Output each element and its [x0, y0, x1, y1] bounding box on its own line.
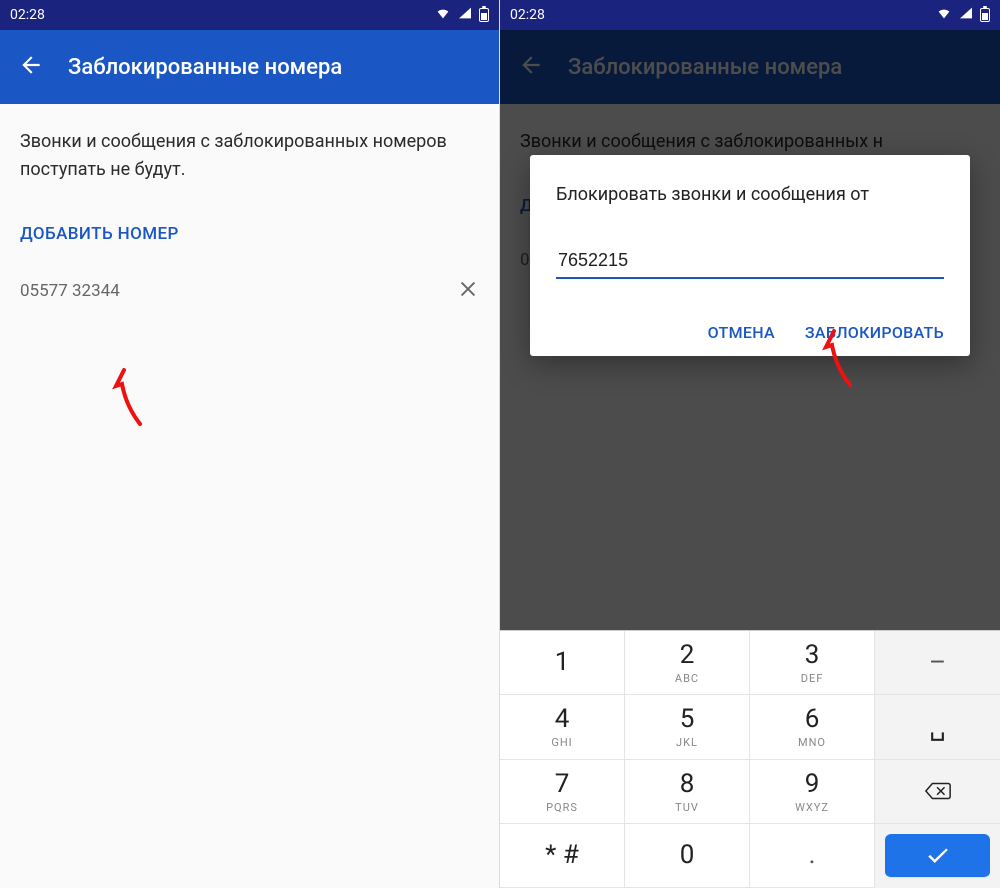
- add-number-button[interactable]: ДОБАВИТЬ НОМЕР: [20, 224, 479, 244]
- battery-icon: [479, 8, 489, 22]
- key-0[interactable]: 0: [625, 824, 750, 888]
- status-icons: [936, 5, 990, 25]
- key-6[interactable]: 6MNO: [750, 695, 875, 759]
- key-7[interactable]: 7PQRS: [500, 760, 625, 824]
- screen-blocked-list: 02:28 Заблокированные номера Звонки и со…: [0, 0, 500, 888]
- block-number-dialog: Блокировать звонки и сообщения от ОТМЕНА…: [530, 155, 970, 356]
- page-title: Заблокированные номера: [68, 55, 342, 80]
- blocked-number: 05577 32344: [20, 281, 120, 301]
- cell-signal-icon: [958, 5, 974, 25]
- remove-number-icon[interactable]: [457, 278, 479, 304]
- key-backspace[interactable]: [875, 760, 1000, 824]
- annotation-arrow-icon: [96, 364, 156, 438]
- key-4[interactable]: 4GHI: [500, 695, 625, 759]
- blocked-number-row: 05577 32344: [20, 278, 479, 304]
- status-time: 02:28: [510, 7, 545, 23]
- numeric-keypad: 1 2ABC 3DEF – 4GHI 5JKL 6MNO ␣ 7PQRS 8TU…: [500, 630, 1000, 888]
- description-text: Звонки и сообщения с заблокированных ном…: [20, 128, 479, 184]
- key-3[interactable]: 3DEF: [750, 631, 875, 695]
- wifi-icon: [435, 5, 451, 25]
- screen-add-dialog: 02:28 Заблокированные номера Звонки и со…: [500, 0, 1000, 888]
- screen-body: Звонки и сообщения с заблокированных ном…: [0, 104, 499, 888]
- cell-signal-icon: [457, 5, 473, 25]
- key-5[interactable]: 5JKL: [625, 695, 750, 759]
- key-enter[interactable]: [885, 834, 990, 878]
- key-9[interactable]: 9WXYZ: [750, 760, 875, 824]
- cancel-button[interactable]: ОТМЕНА: [708, 323, 775, 342]
- wifi-icon: [936, 5, 952, 25]
- status-bar: 02:28: [0, 0, 499, 30]
- phone-number-input[interactable]: [556, 244, 944, 279]
- battery-icon: [980, 8, 990, 22]
- key-star-hash[interactable]: * #: [500, 824, 625, 888]
- key-2[interactable]: 2ABC: [625, 631, 750, 695]
- block-button[interactable]: ЗАБЛОКИРОВАТЬ: [805, 323, 944, 342]
- status-time: 02:28: [10, 7, 45, 23]
- key-minus[interactable]: –: [875, 631, 1000, 695]
- app-bar: Заблокированные номера: [0, 30, 499, 104]
- dialog-title: Блокировать звонки и сообщения от: [556, 181, 944, 208]
- dialog-actions: ОТМЕНА ЗАБЛОКИРОВАТЬ: [556, 323, 944, 342]
- back-arrow-icon[interactable]: [18, 52, 44, 82]
- key-space[interactable]: ␣: [875, 695, 1000, 759]
- key-dot[interactable]: .: [750, 824, 875, 888]
- key-1[interactable]: 1: [500, 631, 625, 695]
- status-bar: 02:28: [500, 0, 1000, 30]
- key-8[interactable]: 8TUV: [625, 760, 750, 824]
- status-icons: [435, 5, 489, 25]
